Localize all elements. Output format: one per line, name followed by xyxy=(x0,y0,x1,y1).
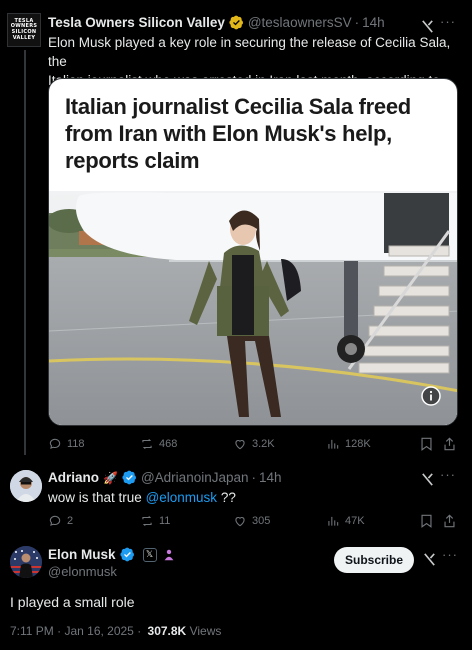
avatar-text: VALLEY xyxy=(12,34,36,41)
repost-icon xyxy=(142,438,152,450)
reply-action[interactable]: 118 xyxy=(48,437,85,451)
repost-count: 468 xyxy=(159,438,178,450)
main-post-text: I played a small role xyxy=(10,594,135,610)
share-icon[interactable] xyxy=(443,514,456,528)
separator: · xyxy=(354,15,360,30)
bookmark-icon[interactable] xyxy=(420,437,433,451)
people-icon xyxy=(164,549,173,560)
repost-icon xyxy=(142,515,152,527)
post-time[interactable]: 14h xyxy=(362,15,385,30)
main-author-avatar[interactable] xyxy=(10,546,42,578)
like-action[interactable]: 3.2K xyxy=(233,437,275,451)
main-author-name[interactable]: Elon Musk xyxy=(48,547,116,562)
reply-author-avatar[interactable] xyxy=(10,470,42,502)
main-views-count: 307.8K xyxy=(147,624,187,638)
subscribe-button[interactable]: Subscribe xyxy=(334,547,414,573)
card-headline-line: reports claim xyxy=(65,148,200,173)
more-icon[interactable]: ··· xyxy=(442,547,458,562)
repost-action[interactable]: 11 xyxy=(140,514,170,528)
like-count: 3.2K xyxy=(252,438,275,450)
article-photo xyxy=(49,191,457,425)
reply-count: 118 xyxy=(67,438,85,450)
like-action[interactable]: 305 xyxy=(233,514,270,528)
repost-count: 11 xyxy=(159,515,171,527)
views-icon xyxy=(328,439,339,449)
reply-count: 2 xyxy=(67,515,74,527)
reply-header: Adriano 🚀 @AdrianoinJapan · 14h xyxy=(48,470,282,485)
thread-line xyxy=(24,50,26,455)
post-text-line: Elon Musk played a key role in securing … xyxy=(48,35,451,69)
separator: · xyxy=(251,470,257,485)
reply-author-handle[interactable]: @AdrianoinJapan xyxy=(141,470,249,485)
share-icon[interactable] xyxy=(443,437,456,451)
grok-icon[interactable] xyxy=(420,19,435,34)
like-icon xyxy=(235,517,245,527)
article-card[interactable]: Italian journalist Cecilia Sala freed fr… xyxy=(48,78,458,426)
main-avatar-image xyxy=(10,546,42,578)
verified-badge-icon xyxy=(229,15,243,30)
repost-action[interactable]: 468 xyxy=(140,437,177,451)
author-name[interactable]: Tesla Owners Silicon Valley xyxy=(48,15,225,30)
reply-author-name[interactable]: Adriano xyxy=(48,470,99,485)
post-header: Tesla Owners Silicon Valley @teslaowners… xyxy=(48,15,385,30)
main-post-meta: 7:11 PM · Jan 16, 2025 · 307.8K Views xyxy=(10,624,221,638)
main-views-label: Views xyxy=(189,624,222,638)
grok-icon[interactable] xyxy=(420,472,435,487)
main-post-timestamp[interactable]: 7:11 PM · Jan 16, 2025 · xyxy=(10,624,141,638)
info-icon[interactable] xyxy=(421,386,441,406)
card-headline-line: from Iran with Elon Musk's help, xyxy=(65,121,392,146)
views-count: 47K xyxy=(345,515,365,527)
card-headline-line: Italian journalist Cecilia Sala freed xyxy=(65,94,411,119)
grok-icon[interactable] xyxy=(422,552,437,567)
x-affiliate-badge: 𝕏 xyxy=(142,547,157,562)
reply-time[interactable]: 14h xyxy=(259,470,282,485)
reply-text-suffix: ?? xyxy=(220,490,236,505)
verified-badge-icon xyxy=(119,547,134,562)
reply-text: wow is that true @elonmusk ?? xyxy=(48,488,236,507)
reply-text-prefix: wow is that true xyxy=(48,490,142,505)
main-author-handle[interactable]: @elonmusk xyxy=(48,564,117,579)
mention-link[interactable]: @elonmusk xyxy=(146,490,217,505)
verified-badge-icon xyxy=(122,470,137,485)
more-icon[interactable]: ··· xyxy=(440,14,456,29)
bookmark-icon[interactable] xyxy=(420,514,433,528)
reply-icon xyxy=(49,515,61,526)
like-icon xyxy=(235,440,245,450)
views-action[interactable]: 47K xyxy=(326,514,365,528)
views-action[interactable]: 128K xyxy=(326,437,371,451)
reply-avatar-image xyxy=(10,470,42,502)
reply-icon xyxy=(49,438,61,449)
reply-action[interactable]: 2 xyxy=(48,514,73,528)
views-count: 128K xyxy=(345,438,371,450)
card-headline: Italian journalist Cecilia Sala freed fr… xyxy=(65,93,455,174)
more-icon[interactable]: ··· xyxy=(440,467,456,482)
reply-author-emoji: 🚀 xyxy=(103,470,118,485)
views-icon xyxy=(328,516,339,526)
author-handle[interactable]: @teslaownersSV xyxy=(248,15,352,30)
main-header: Elon Musk 𝕏 xyxy=(48,547,176,562)
author-avatar[interactable]: TESLA OWNERS SILICON VALLEY xyxy=(7,13,41,47)
like-count: 305 xyxy=(252,515,271,527)
